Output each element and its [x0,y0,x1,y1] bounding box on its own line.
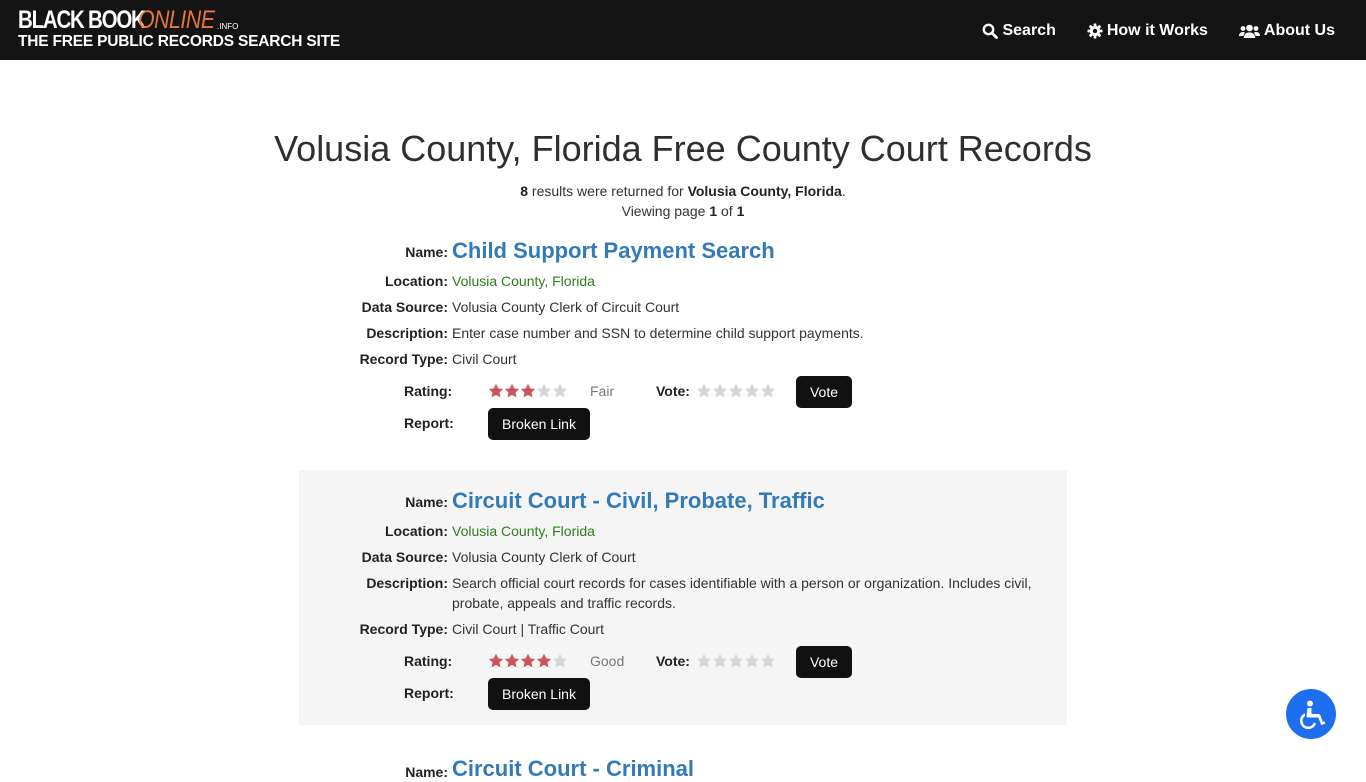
page-title: Volusia County, Florida Free County Cour… [274,128,1092,169]
rating-word: Good [590,653,625,669]
site-logo[interactable]: BLACK BOOK ONLINE .INFO THE FREE PUBLIC … [18,6,340,51]
vote-stars[interactable] [696,383,776,399]
star-empty-icon[interactable] [744,383,760,399]
star-empty-icon[interactable] [744,653,760,669]
rating-label: Rating: [404,653,453,669]
nav-search-label: Search [1002,22,1056,39]
star-empty-icon[interactable] [696,653,712,669]
data-source-label: Data Source: [361,299,448,315]
rating-stars [488,653,568,669]
star-filled-icon [488,653,504,668]
record-card: Name: Circuit Court - Criminal [299,740,1067,782]
star-empty-icon[interactable] [696,383,712,399]
star-filled-icon [504,383,520,398]
star-filled-icon [504,653,520,668]
vote-label: Vote: [656,383,690,399]
record-data-source: Volusia County Clerk of Court [452,549,636,565]
star-filled-icon [536,653,552,668]
main-nav: Search How it Works About Us [982,22,1335,40]
rating-stars [488,383,568,399]
star-filled-icon [520,383,536,398]
data-source-label: Data Source: [361,549,448,565]
nav-how-it-works[interactable]: How it Works [1087,22,1208,40]
name-label: Name: [405,494,448,510]
record-description: Search official court records for cases … [452,575,1032,611]
name-label: Name: [405,244,448,260]
wheelchair-icon [1300,700,1326,729]
result-count: 8 [520,183,529,199]
nav-about-us-label: About Us [1263,22,1335,39]
record-card: Name: Child Support Payment Search Locat… [299,230,1067,455]
record-location-link[interactable]: Volusia County, Florida [452,271,1042,291]
record-location-link[interactable]: Volusia County, Florida [452,521,1042,541]
record-type: Civil Court | Traffic Court [452,621,604,637]
location-label: Location: [385,523,448,539]
vote-button[interactable]: Vote [796,646,852,678]
vote-button[interactable]: Vote [796,376,852,408]
search-icon [983,23,999,39]
record-name-link[interactable]: Child Support Payment Search [452,238,1042,264]
current-page: 1 [709,203,718,219]
star-empty-icon [552,653,568,668]
report-label: Report: [404,685,454,701]
results-text: results were returned for [528,183,688,199]
rating-label: Rating: [404,383,453,399]
star-empty-icon [552,383,568,398]
logo-online: ONLINE [138,6,215,34]
rating-word: Fair [590,383,615,399]
vote-stars[interactable] [696,653,776,669]
description-label: Description: [366,575,448,591]
of-text: of [717,203,737,219]
nav-search[interactable]: Search [982,22,1056,40]
star-empty-icon[interactable] [760,383,776,399]
star-empty-icon[interactable] [760,653,776,669]
star-filled-icon [488,383,504,398]
broken-link-button[interactable]: Broken Link [488,678,590,710]
top-navigation-bar: BLACK BOOK ONLINE .INFO THE FREE PUBLIC … [0,0,1366,60]
record-data-source: Volusia County Clerk of Circuit Court [452,299,680,315]
gear-icon [1087,23,1103,39]
period: . [841,183,846,199]
location-label: Location: [385,273,448,289]
record-card: Name: Circuit Court - Civil, Probate, Tr… [299,470,1067,725]
users-icon [1238,24,1260,38]
record-name-link[interactable]: Circuit Court - Criminal [452,756,1042,782]
nav-about-us[interactable]: About Us [1238,22,1335,40]
record-type: Civil Court [452,351,517,367]
broken-link-button[interactable]: Broken Link [488,408,590,440]
total-pages: 1 [736,203,745,219]
star-empty-icon [536,383,552,398]
vote-label: Vote: [656,653,690,669]
record-type-label: Record Type: [359,621,448,637]
logo-tagline: THE FREE PUBLIC RECORDS SEARCH SITE [18,33,340,50]
record-name-link[interactable]: Circuit Court - Civil, Probate, Traffic [452,488,1042,514]
viewing-prefix: Viewing page [621,203,710,219]
star-empty-icon[interactable] [712,383,728,399]
description-label: Description: [366,325,448,341]
nav-how-it-works-label: How it Works [1106,22,1208,39]
query-location: Volusia County, Florida [687,183,842,199]
logo-black-book: BLACK BOOK [18,6,146,34]
report-label: Report: [404,415,454,431]
results-summary: 8 results were returned for Volusia Coun… [0,181,1366,221]
star-empty-icon[interactable] [712,653,728,669]
name-label: Name: [405,764,448,780]
record-type-label: Record Type: [359,351,448,367]
star-filled-icon [520,653,536,668]
record-description: Enter case number and SSN to determine c… [452,325,864,341]
star-empty-icon[interactable] [728,653,744,669]
star-empty-icon[interactable] [728,383,744,399]
logo-info: .INFO [217,22,239,31]
accessibility-button[interactable] [1286,689,1336,739]
